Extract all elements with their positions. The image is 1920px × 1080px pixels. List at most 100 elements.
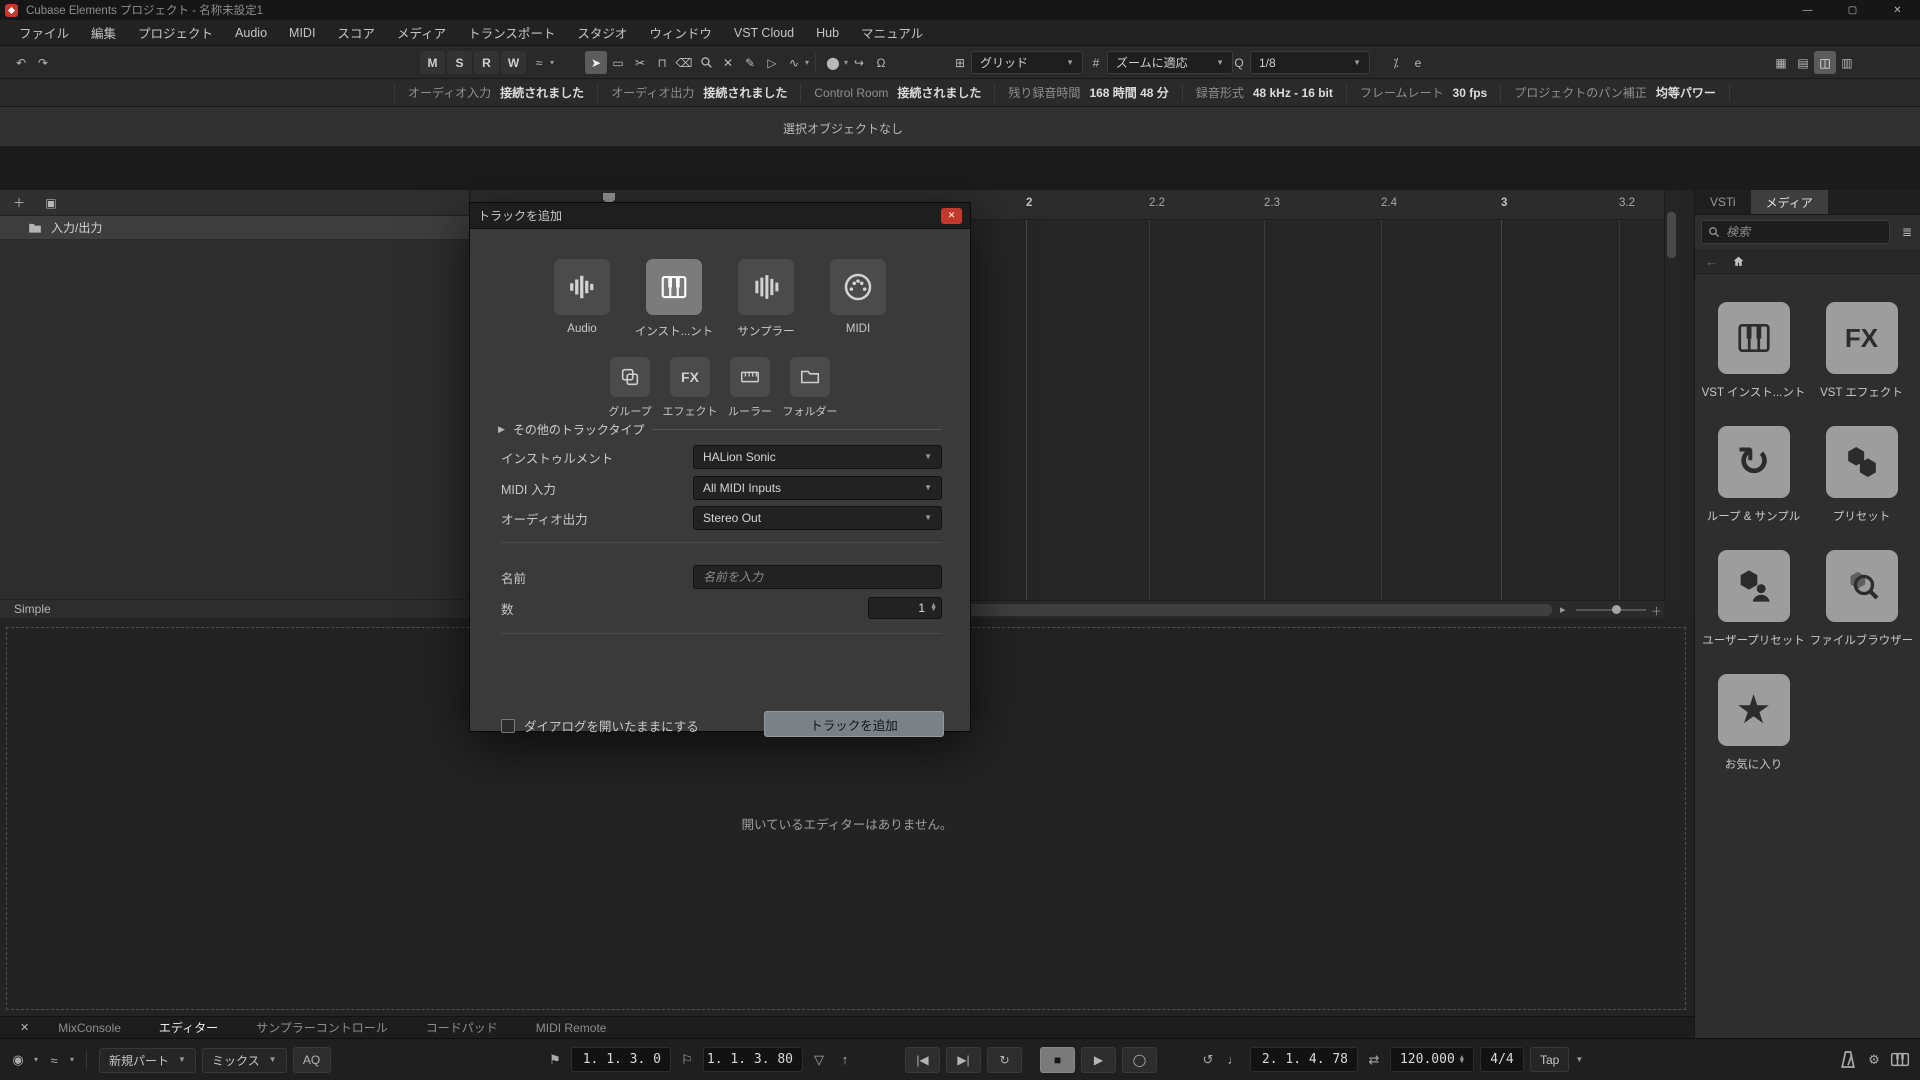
right-locator-display[interactable]: 1. 1. 3. 80 xyxy=(703,1047,803,1072)
zoom-slider-handle[interactable] xyxy=(1612,605,1621,614)
tab-vsti[interactable]: VSTi xyxy=(1695,190,1751,214)
zoom-grid-icon[interactable]: # xyxy=(1085,51,1107,74)
maximize-button[interactable]: ▢ xyxy=(1830,0,1875,20)
menu-transport[interactable]: トランスポート xyxy=(457,19,566,46)
tile-file-browser[interactable]: ファイルブラウザー xyxy=(1816,550,1908,648)
count-stepper-arrows[interactable]: ▲▼ xyxy=(930,604,937,612)
tile-favorites[interactable]: ★ お気に入り xyxy=(1708,674,1800,772)
zoom-tool[interactable] xyxy=(695,51,717,74)
tile-presets[interactable]: プリセット xyxy=(1816,426,1908,524)
lower-zone-toggle-icon[interactable]: ◫ xyxy=(1814,51,1836,74)
left-locator-flag-icon[interactable]: ⚑ xyxy=(545,1047,565,1072)
line-tool[interactable]: ∿ xyxy=(783,51,805,74)
instrument-dropdown[interactable]: HALion Sonic ▼ xyxy=(693,445,942,469)
left-zone-toggle-icon[interactable]: ▤ xyxy=(1792,51,1814,74)
menu-audio[interactable]: Audio xyxy=(224,22,278,44)
erase-tool[interactable]: ⌫ xyxy=(673,51,695,74)
tab-sampler-control[interactable]: サンプラーコントロール xyxy=(237,1019,407,1036)
right-zone-toggle-icon[interactable]: ▥ xyxy=(1836,51,1858,74)
write-automation-button[interactable]: W xyxy=(501,51,526,74)
menu-midi[interactable]: MIDI xyxy=(278,22,326,44)
back-arrow-icon[interactable]: ← xyxy=(1705,254,1718,269)
quantize-icon[interactable]: Q xyxy=(1228,51,1250,74)
tempo-display[interactable]: 120.000 ▲▼ xyxy=(1390,1047,1474,1072)
media-search-box[interactable] xyxy=(1701,220,1890,244)
snap-type-icon[interactable]: ⊞ xyxy=(949,51,971,74)
play-tool[interactable]: ▷ xyxy=(761,51,783,74)
left-locator-display[interactable]: 1. 1. 3. 0 xyxy=(571,1047,671,1072)
add-track-button[interactable]: ＋ xyxy=(8,191,30,214)
play-button[interactable]: ▶ xyxy=(1081,1047,1116,1073)
iterative-quantize-icon[interactable]: ⁒ xyxy=(1385,51,1407,74)
lower-zone-close-icon[interactable]: ✕ xyxy=(10,1021,39,1034)
mute-all-button[interactable]: M xyxy=(420,51,445,74)
menu-hub[interactable]: Hub xyxy=(805,22,850,44)
track-type-effect[interactable]: FX エフェクト xyxy=(660,357,720,419)
undo-icon[interactable]: ↶ xyxy=(10,51,32,74)
midi-keyboard-icon[interactable] xyxy=(1890,1047,1910,1072)
time-format-note-icon[interactable]: ♩ xyxy=(1224,1047,1244,1072)
tempo-track-icon[interactable]: ⇄ xyxy=(1364,1047,1384,1072)
insert-mode-icon[interactable]: ≈ xyxy=(528,51,550,74)
zoom-slider-track[interactable] xyxy=(1576,609,1646,611)
color-tool-icon[interactable]: ⬤ xyxy=(822,51,844,74)
menu-window[interactable]: ウィンドウ xyxy=(638,19,723,46)
home-icon[interactable] xyxy=(1732,255,1745,268)
dialog-close-button[interactable]: ✕ xyxy=(941,208,962,224)
track-preset-label[interactable]: Simple xyxy=(14,602,51,616)
track-type-midi[interactable]: MIDI xyxy=(812,259,904,339)
quantize-preset-dropdown[interactable]: 1/8 ▼ xyxy=(1250,51,1370,74)
auto-scroll-icon[interactable]: ↪ xyxy=(848,51,870,74)
new-part-dropdown[interactable]: 新規パート ▼ xyxy=(99,1048,196,1073)
audio-record-mode-icon[interactable]: ≈ xyxy=(44,1048,64,1073)
tile-vst-instruments[interactable]: VST インスト...ント xyxy=(1708,302,1800,400)
media-filter-icon[interactable]: ≣ xyxy=(1896,220,1918,244)
range-selection-tool[interactable]: ▭ xyxy=(607,51,629,74)
track-count-stepper[interactable]: 1 ▲▼ xyxy=(868,597,942,619)
add-track-confirm-button[interactable]: トラックを追加 xyxy=(764,711,944,737)
vertical-scrollbar[interactable] xyxy=(1664,190,1678,600)
quantize-length-icon[interactable]: e xyxy=(1407,51,1429,74)
go-to-end-button[interactable]: ▶| xyxy=(946,1047,981,1073)
menu-project[interactable]: プロジェクト xyxy=(127,19,224,46)
track-type-audio[interactable]: Audio xyxy=(536,259,628,339)
menu-edit[interactable]: 編集 xyxy=(80,19,127,46)
cycle-button[interactable]: ↻ xyxy=(987,1047,1022,1073)
mix-dropdown[interactable]: ミックス ▼ xyxy=(202,1048,287,1073)
zoom-in-icon[interactable]: ＋ xyxy=(1651,603,1662,619)
track-type-sampler[interactable]: サンプラー xyxy=(720,259,812,339)
audio-output-dropdown[interactable]: Stereo Out ▼ xyxy=(693,506,942,530)
track-type-folder[interactable]: フォルダー xyxy=(780,357,840,419)
track-type-instrument[interactable]: インスト...ント xyxy=(628,259,720,339)
menu-vst-cloud[interactable]: VST Cloud xyxy=(723,22,805,44)
pre-roll-icon[interactable]: ↺ xyxy=(1198,1047,1218,1072)
media-search-input[interactable] xyxy=(1726,225,1883,239)
draw-tool[interactable]: ✎ xyxy=(739,51,761,74)
tile-loops-samples[interactable]: ↻ ループ & サンプル xyxy=(1708,426,1800,524)
tab-chord-pads[interactable]: コードパッド xyxy=(407,1019,517,1036)
redo-icon[interactable]: ↷ xyxy=(32,51,54,74)
tab-editor[interactable]: エディター xyxy=(140,1019,237,1036)
punch-filter-icon[interactable]: ▽ xyxy=(809,1047,829,1072)
menu-studio[interactable]: スタジオ xyxy=(566,19,638,46)
more-track-types-expander[interactable]: ▶ その他のトラックタイプ xyxy=(498,421,942,438)
glue-tool[interactable]: ⊓ xyxy=(651,51,673,74)
record-button[interactable]: ◯ xyxy=(1122,1047,1157,1073)
track-type-group[interactable]: グループ xyxy=(600,357,660,419)
read-automation-button[interactable]: R xyxy=(474,51,499,74)
track-type-ruler[interactable]: ルーラー xyxy=(720,357,780,419)
track-name-input[interactable] xyxy=(693,565,942,589)
tab-midi-remote[interactable]: MIDI Remote xyxy=(517,1021,626,1035)
vertical-scrollbar-thumb[interactable] xyxy=(1667,212,1676,258)
grid-spacing-dropdown[interactable]: ズームに適応 ▼ xyxy=(1107,51,1233,74)
menu-file[interactable]: ファイル xyxy=(8,19,80,46)
tile-vst-effects[interactable]: FX VST エフェクト xyxy=(1816,302,1908,400)
grid-type-dropdown[interactable]: グリッド ▼ xyxy=(971,51,1083,74)
zoom-out-icon[interactable]: ▸ xyxy=(1560,603,1566,616)
stop-button[interactable]: ■ xyxy=(1040,1047,1075,1073)
setup-grid-icon[interactable]: ▦ xyxy=(1770,51,1792,74)
tab-media[interactable]: メディア xyxy=(1751,190,1828,214)
locate-up-icon[interactable]: ↑ xyxy=(835,1047,855,1072)
right-locator-flag-icon[interactable]: ⚐ xyxy=(677,1047,697,1072)
close-button[interactable]: ✕ xyxy=(1875,0,1920,20)
